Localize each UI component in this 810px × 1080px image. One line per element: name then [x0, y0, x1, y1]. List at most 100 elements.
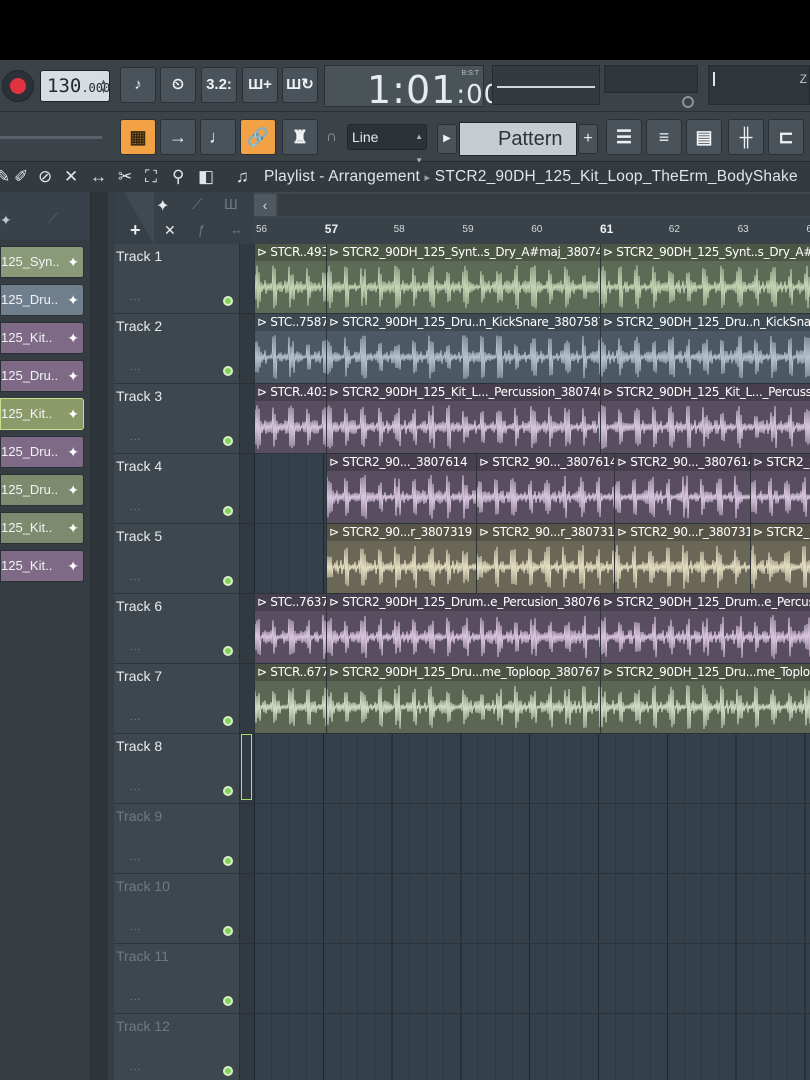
picker-scrollbar[interactable] [90, 192, 108, 1080]
piano-roll-window-button[interactable]: ≡ [646, 119, 682, 155]
audio-clip[interactable]: ⊳ STCR..493 [254, 244, 326, 313]
clip-menu-icon[interactable]: ⊳ [479, 525, 492, 539]
clip-menu-icon[interactable]: ⊳ [617, 525, 630, 539]
picker-item[interactable]: 125_Kit.. ✦ [0, 322, 84, 354]
clip-menu-icon[interactable]: ⊳ [753, 455, 766, 469]
picker-item[interactable]: 125_Kit.. ✦ [0, 550, 84, 582]
mixer-window-button[interactable]: ╫ [728, 119, 764, 155]
track-lane[interactable]: ⊳ STCR2_90...r_3807319 ⊳ STCR2_90...r_380… [254, 524, 810, 594]
track-header[interactable]: Track 11... [114, 944, 243, 1014]
chevron-left-icon[interactable]: ‹ [254, 194, 276, 216]
track-mute-led[interactable] [223, 786, 233, 796]
track-header[interactable]: Track 6... [114, 594, 243, 664]
track-header[interactable]: Track 2... [114, 314, 243, 384]
pattern-selector[interactable]: Pattern 1 [459, 122, 577, 182]
audio-clip[interactable]: ⊳ STCR2_90..._3807614 [476, 454, 614, 523]
audio-clip[interactable]: ⊳ STCR2_90..._3807614 [326, 454, 476, 523]
track-header[interactable]: Track 8... [114, 734, 243, 804]
clip-menu-icon[interactable]: ⊳ [603, 315, 616, 329]
audio-clip[interactable]: ⊳ STCR2_90...r_3807319 [476, 524, 614, 593]
clip-menu-icon[interactable]: ⊳ [753, 525, 766, 539]
pattern-prev-button[interactable]: ▶ [437, 124, 457, 154]
track-mute-led[interactable] [223, 506, 233, 516]
timeline-overview[interactable]: ‹ [254, 192, 810, 218]
master-volume-knob[interactable] [682, 96, 694, 108]
track-options-icon[interactable]: ... [130, 642, 141, 653]
clip-menu-icon[interactable]: ⊳ [329, 245, 342, 259]
audio-clip[interactable]: ⊳ STCR2_90DH_125_Synt..s_Dry_A#maj_38074… [326, 244, 600, 313]
step-edit-button[interactable]: Ш+ [242, 67, 278, 103]
track-mute-led[interactable] [223, 366, 233, 376]
add-track-icon[interactable]: + [130, 220, 141, 241]
tempo-display[interactable]: 130.000 ▲ ▼ [40, 70, 110, 102]
audio-clip[interactable]: ⊳ STCR2_90..._3807614 [750, 454, 810, 523]
track-lane[interactable] [254, 1014, 810, 1080]
track-options-icon[interactable]: ... [130, 292, 141, 303]
audio-clip[interactable]: ⊳ STCR2_90DH_125_Kit_L..._Percussion_380… [600, 384, 810, 453]
audio-clip[interactable]: ⊳ STC..7637 [254, 594, 326, 663]
countdown-button[interactable]: 3.2: [201, 67, 237, 103]
automation-icon[interactable]: ⟋ [192, 196, 203, 213]
track-lane[interactable]: ⊳ STCR..677 ⊳ STCR2_90DH_125_Dru...me_Top… [254, 664, 810, 734]
mute-tool-icon[interactable]: ✕ [64, 167, 78, 187]
clip-menu-icon[interactable]: ⊳ [603, 385, 616, 399]
picker-item[interactable]: 125_Dru.. ✦ [0, 284, 84, 316]
slice-tool-icon[interactable]: ✂ [118, 167, 132, 187]
track-options-icon[interactable]: ... [130, 502, 141, 513]
browser-window-button[interactable]: ▤ [686, 119, 722, 155]
clip-menu-icon[interactable]: ⊳ [603, 595, 616, 609]
delete-tool-icon[interactable]: ⊘ [38, 167, 52, 187]
audio-clip[interactable]: ⊳ STCR2_90DH_125_Dru..n_KickSnare_380758… [326, 314, 600, 383]
track-lane[interactable]: ⊳ STCR..403 ⊳ STCR2_90DH_125_Kit_L..._Per… [254, 384, 810, 454]
audio-clip[interactable]: ⊳ STCR2_90...r_3807319 [326, 524, 476, 593]
channel-rack-window-button[interactable]: ⊏ [768, 119, 804, 155]
audio-clip[interactable]: ⊳ STCR2_90DH_125_Drum..e_Percusion_38076… [600, 594, 810, 663]
slip-tool-icon[interactable]: ↔ [90, 167, 107, 187]
audio-clip[interactable]: ⊳ STCR2_90..._3807614 [614, 454, 750, 523]
track-header[interactable]: Track 1... [114, 244, 243, 314]
clip-menu-icon[interactable]: ⊳ [329, 455, 342, 469]
picker-item[interactable]: 125_Dru.. ✦ [0, 474, 84, 506]
clip-menu-icon[interactable]: ⊳ [329, 525, 342, 539]
audio-clip[interactable]: ⊳ STCR2_90DH_125_Synt..s_Dry_A#maj_38074… [600, 244, 810, 313]
picker-item[interactable]: 125_Kit.. ✦ [0, 398, 84, 430]
audio-clip[interactable]: ⊳ STCR2_90DH_125_Dru..n_KickSnare_380758… [600, 314, 810, 383]
audio-clip[interactable]: ⊳ STCR2_90...r_3807319 [750, 524, 810, 593]
picker-item[interactable]: 125_Dru.. ✦ [0, 436, 84, 468]
track-options-icon[interactable]: ... [130, 362, 141, 373]
resize-icon[interactable]: ↔ [230, 222, 243, 237]
track-options-icon[interactable]: ... [130, 572, 141, 583]
metronome-button[interactable]: ♪ [120, 67, 156, 103]
track-options-icon[interactable]: ... [130, 782, 141, 793]
track-options-icon[interactable]: ... [130, 852, 141, 863]
picker-item[interactable]: 125_Syn.. ✦ [0, 246, 84, 278]
track-lane[interactable]: ⊳ STCR2_90..._3807614 ⊳ STCR2_90..._38076… [254, 454, 810, 524]
clip-menu-icon[interactable]: ⊳ [603, 665, 616, 679]
track-lane[interactable]: ⊳ STC..7587 ⊳ STCR2_90DH_125_Dru..n_KickS… [254, 314, 810, 384]
select-tool-icon[interactable]: ⛶ [145, 167, 157, 187]
audio-clip[interactable]: ⊳ STCR2_90DH_125_Drum..e_Percusion_38076… [326, 594, 600, 663]
loop-record-button[interactable]: Ш↻ [282, 67, 318, 103]
track-mute-led[interactable] [223, 436, 233, 446]
clip-menu-icon[interactable]: ⊳ [329, 595, 342, 609]
hat-icon[interactable]: ♜ [282, 119, 318, 155]
track-mute-led[interactable] [223, 996, 233, 1006]
automation-clip-icon[interactable]: ⟋ [48, 210, 58, 227]
clip-menu-icon[interactable]: ⊳ [617, 455, 630, 469]
track-mute-led[interactable] [223, 296, 233, 306]
piano-icon[interactable]: Ш [224, 196, 238, 213]
picker-item[interactable]: 125_Kit.. ✦ [0, 512, 84, 544]
track-options-icon[interactable]: ... [130, 922, 141, 933]
track-options-icon[interactable]: ... [130, 712, 141, 723]
clip-menu-icon[interactable]: ⊳ [257, 385, 270, 399]
track-header[interactable]: Track 5... [114, 524, 243, 594]
clip-menu-icon[interactable]: ⊳ [329, 665, 342, 679]
clip-menu-icon[interactable]: ⊳ [329, 385, 342, 399]
track-lane[interactable] [254, 874, 810, 944]
track-mute-led[interactable] [223, 856, 233, 866]
track-mute-led[interactable] [223, 576, 233, 586]
playback-tool-icon[interactable]: ◧ [198, 167, 214, 187]
track-mute-led[interactable] [223, 1066, 233, 1076]
track-header[interactable]: Track 7... [114, 664, 243, 734]
track-options-icon[interactable]: ... [130, 432, 141, 443]
